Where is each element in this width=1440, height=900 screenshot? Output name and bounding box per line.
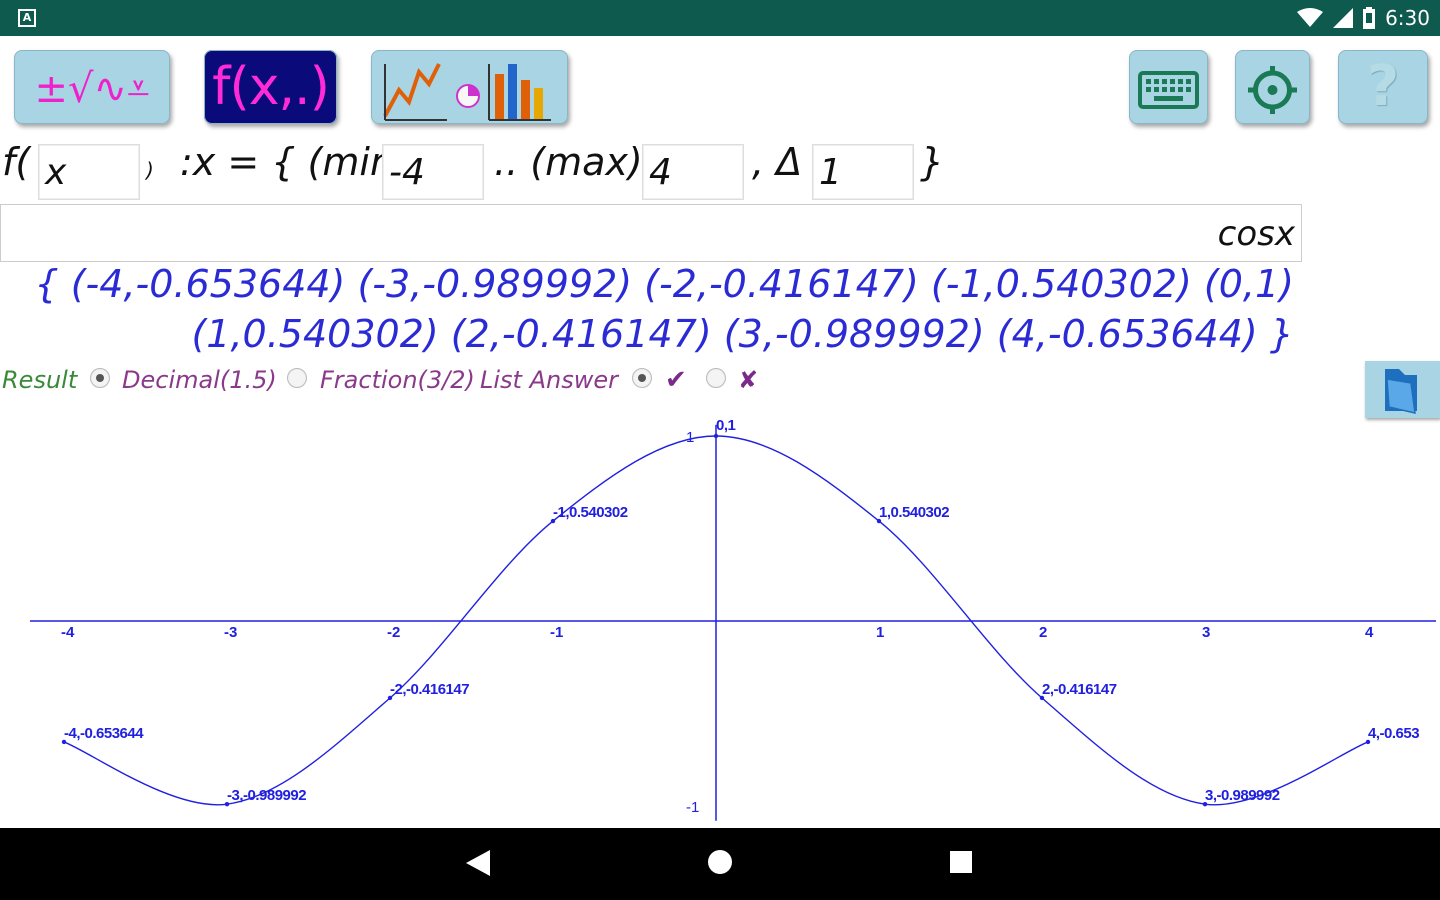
x-tick-label: -3: [224, 624, 237, 641]
data-point-label: 4,-0.653: [1368, 725, 1419, 742]
settings-button[interactable]: [1235, 50, 1310, 124]
data-point-label: -2,-0.416147: [390, 681, 469, 698]
max-input[interactable]: 4: [642, 144, 744, 200]
x-tick-label: 1: [876, 624, 884, 641]
math-symbols-label: ±√∿⩡: [34, 66, 150, 112]
function-button[interactable]: f(x,.): [204, 50, 337, 124]
data-point-label: 3,-0.989992: [1205, 787, 1280, 804]
keyboard-icon: [1138, 71, 1199, 109]
min-input[interactable]: -4: [382, 144, 484, 200]
home-icon[interactable]: [707, 849, 733, 875]
step-input[interactable]: 1: [812, 144, 914, 200]
recents-icon[interactable]: [950, 851, 972, 873]
range-max-label: .. (max): [494, 140, 643, 184]
data-point: [713, 433, 719, 439]
x-tick-label: 4: [1365, 624, 1374, 641]
data-point-label: -3,-0.989992: [227, 787, 306, 804]
result-line-1: { (-4,-0.653644) (-3,-0.989992) (-2,-0.4…: [34, 262, 1294, 306]
cell-signal-icon: [1333, 8, 1354, 28]
data-point-label: 2,-0.416147: [1042, 681, 1117, 698]
x-tick-label: -4: [61, 624, 75, 641]
function-graph: -4 -3 -2 -1 1 2 3 4 1 -1 -4,-0.653644 -3,-0.989992…: [30, 418, 1436, 821]
fraction-label[interactable]: Fraction(3/2): [320, 362, 475, 398]
result-line-2: (1,0.540302) (2,-0.416147) (3,-0.989992)…: [191, 312, 1294, 356]
notification-a-icon: A: [18, 9, 36, 27]
battery-icon: [1363, 7, 1376, 29]
decimal-radio[interactable]: [90, 368, 110, 388]
data-point-label: -4,-0.653644: [64, 725, 144, 742]
status-bar: A 6:30: [0, 0, 1440, 36]
x-tick-label: 3: [1202, 624, 1210, 641]
x-tick-label: -1: [550, 624, 563, 641]
list-answer-cross-radio[interactable]: [706, 368, 726, 388]
help-icon: ?: [1366, 54, 1400, 119]
expression-input[interactable]: cosx: [0, 204, 1302, 262]
close-brace-label: }: [920, 140, 945, 184]
y-tick-label: 1: [686, 429, 694, 446]
x-tick-label: 2: [1039, 624, 1047, 641]
keyboard-button[interactable]: [1129, 50, 1208, 124]
graph-button[interactable]: [371, 50, 568, 124]
result-label: Result: [2, 366, 78, 394]
back-icon[interactable]: [466, 850, 490, 876]
cross-mark-icon: ✘: [738, 366, 759, 394]
data-point-label: 0,1: [716, 418, 736, 434]
wifi-icon: [1297, 8, 1324, 27]
navigation-bar: [0, 828, 1440, 900]
line-pie-bar-chart-icon: [383, 63, 551, 121]
folder-button[interactable]: [1365, 361, 1440, 418]
fraction-radio[interactable]: [287, 368, 307, 388]
folder-icon: [1385, 369, 1417, 414]
function-button-label: f(x,.): [212, 57, 330, 117]
settings-icon: [1248, 66, 1297, 114]
list-answer-label: List Answer: [480, 366, 618, 394]
data-point-label: 1,0.540302: [879, 504, 949, 521]
help-button[interactable]: ?: [1338, 50, 1428, 124]
function-open-label: f(: [2, 140, 31, 184]
step-label: , Δ: [752, 140, 803, 184]
system-icons: 6:30: [1297, 6, 1430, 30]
decimal-label[interactable]: Decimal(1.5): [122, 362, 277, 398]
y-tick-label: -1: [686, 799, 699, 816]
variable-input[interactable]: x: [38, 144, 140, 200]
list-answer-check-radio[interactable]: [632, 368, 652, 388]
range-min-label: :x = { (min): [180, 140, 409, 184]
math-symbols-button[interactable]: ±√∿⩡: [14, 50, 170, 124]
clock: 6:30: [1385, 6, 1430, 30]
check-mark-icon: ✔: [665, 365, 687, 395]
x-tick-label: -2: [387, 624, 400, 641]
data-point-label: -1,0.540302: [553, 504, 628, 521]
